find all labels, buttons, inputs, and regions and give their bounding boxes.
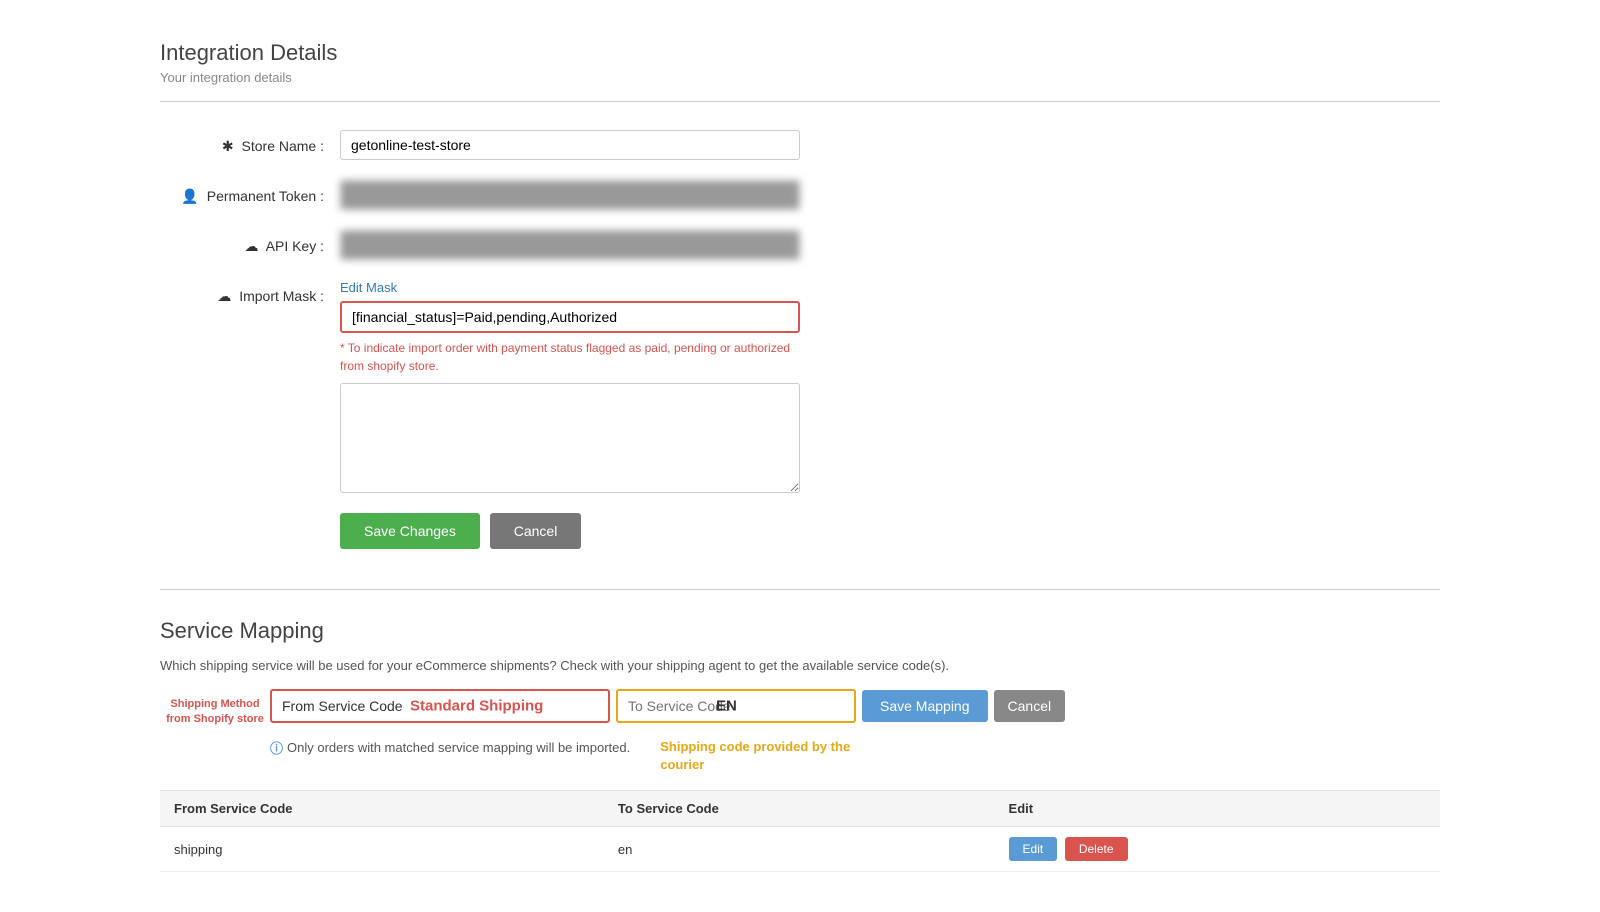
- cloud-icon1: ☁: [245, 238, 259, 254]
- api-key-group: ☁ API Key :: [160, 230, 1440, 260]
- store-name-label: ✱ Store Name :: [160, 130, 340, 155]
- shipping-method-wrapper: Shipping Methodfrom Shopify store Standa…: [160, 689, 1440, 728]
- info-row: ⓘ Only orders with matched service mappi…: [270, 738, 1440, 774]
- cloud-icon2: ☁: [217, 288, 231, 304]
- import-mask-container: Edit Mask * To indicate import order wit…: [340, 280, 800, 493]
- delete-row-button[interactable]: Delete: [1065, 837, 1128, 861]
- service-mapping-section: Service Mapping Which shipping service w…: [160, 589, 1440, 872]
- shipping-method-label: Shipping Methodfrom Shopify store: [160, 689, 270, 728]
- section-title: Integration Details: [160, 40, 1440, 66]
- to-code-cell: en: [604, 827, 995, 872]
- table-row: shipping en Edit Delete: [160, 827, 1440, 872]
- import-hint: * To indicate import order with payment …: [340, 339, 800, 375]
- import-mask-label: ☁ Import Mask :: [160, 280, 340, 305]
- from-code-cell: shipping: [160, 827, 604, 872]
- from-service-input[interactable]: [270, 689, 610, 723]
- table-body: shipping en Edit Delete: [160, 827, 1440, 872]
- permanent-token-group: 👤 Permanent Token :: [160, 180, 1440, 210]
- service-mapping-desc: Which shipping service will be used for …: [160, 658, 1440, 673]
- table-header-row: From Service Code To Service Code Edit: [160, 791, 1440, 827]
- courier-note: Shipping code provided by thecourier: [660, 738, 850, 774]
- info-icon: ⓘ: [270, 738, 283, 757]
- to-service-input[interactable]: [616, 689, 856, 723]
- import-mask-textarea[interactable]: [340, 383, 800, 493]
- edit-cell: Edit Delete: [995, 827, 1440, 872]
- col-from-service: From Service Code: [160, 791, 604, 827]
- col-edit: Edit: [995, 791, 1440, 827]
- service-inputs-row: Standard Shipping EN Save Mapping Cancel: [270, 689, 1065, 723]
- permanent-token-label: 👤 Permanent Token :: [160, 180, 340, 205]
- api-key-input[interactable]: [340, 230, 800, 260]
- only-orders-note: ⓘ Only orders with matched service mappi…: [270, 738, 630, 757]
- permanent-token-input[interactable]: [340, 180, 800, 210]
- cancel-mapping-button[interactable]: Cancel: [994, 690, 1066, 722]
- col-to-service: To Service Code: [604, 791, 995, 827]
- divider-top: [160, 101, 1440, 102]
- save-mapping-button[interactable]: Save Mapping: [862, 690, 988, 722]
- service-mapping-title: Service Mapping: [160, 618, 1440, 644]
- required-star: ✱: [222, 138, 234, 154]
- store-name-input[interactable]: [340, 130, 800, 160]
- mapping-table: From Service Code To Service Code Edit s…: [160, 790, 1440, 872]
- api-key-label: ☁ API Key :: [160, 230, 340, 255]
- edit-mask-link[interactable]: Edit Mask: [340, 280, 800, 295]
- save-changes-button[interactable]: Save Changes: [340, 513, 480, 549]
- divider-service: [160, 589, 1440, 590]
- form-buttons: Save Changes Cancel: [340, 513, 1440, 549]
- section-subtitle: Your integration details: [160, 70, 1440, 85]
- import-mask-input[interactable]: [340, 301, 800, 333]
- edit-row-button[interactable]: Edit: [1009, 837, 1058, 861]
- store-name-group: ✱ Store Name :: [160, 130, 1440, 160]
- import-mask-group: ☁ Import Mask : Edit Mask * To indicate …: [160, 280, 1440, 493]
- cancel-button[interactable]: Cancel: [490, 513, 582, 549]
- person-icon: 👤: [181, 188, 198, 204]
